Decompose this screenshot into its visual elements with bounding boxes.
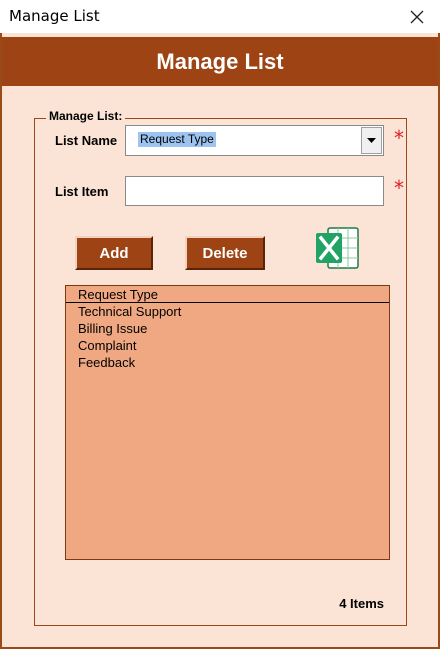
close-button[interactable] <box>394 0 440 33</box>
list-item[interactable]: Complaint <box>66 337 389 354</box>
chevron-down-icon <box>367 138 376 143</box>
list-name-label: List Name <box>55 133 118 148</box>
delete-button[interactable]: Delete <box>185 236 265 270</box>
dropdown-button[interactable] <box>361 127 382 154</box>
list-item-input[interactable] <box>125 176 384 206</box>
close-icon <box>410 10 424 23</box>
window-title: Manage List <box>9 7 100 25</box>
list-item-label: List Item <box>55 184 109 199</box>
list-item[interactable]: Technical Support <box>66 303 389 320</box>
list-item[interactable]: Feedback <box>66 354 389 371</box>
required-marker: * <box>394 176 404 200</box>
list-items-listbox[interactable]: Request Type Technical Support Billing I… <box>65 285 390 560</box>
window-titlebar: Manage List <box>0 0 440 33</box>
manage-list-form: Manage List Manage List: List Name Reque… <box>0 33 440 649</box>
header-banner: Manage List <box>2 37 438 86</box>
list-name-combobox[interactable]: Request Type <box>125 125 384 156</box>
list-item[interactable]: Billing Issue <box>66 320 389 337</box>
required-marker: * <box>394 126 404 150</box>
add-button[interactable]: Add <box>75 236 153 270</box>
excel-icon <box>316 227 359 269</box>
page-title: Manage List <box>156 48 284 74</box>
list-name-value: Request Type <box>138 132 216 147</box>
frame-label: Manage List: <box>46 109 126 123</box>
list-header: Request Type <box>66 286 389 303</box>
export-excel-button[interactable] <box>314 224 360 272</box>
item-count: 4 Items <box>339 596 384 611</box>
